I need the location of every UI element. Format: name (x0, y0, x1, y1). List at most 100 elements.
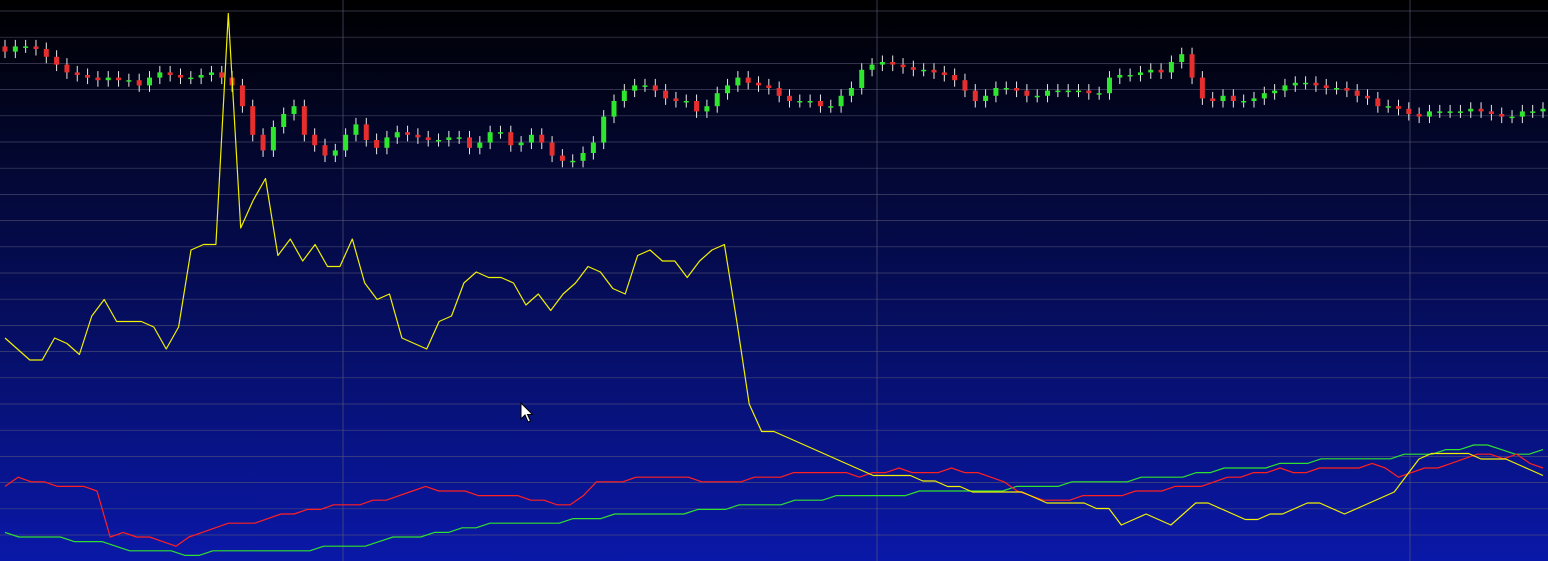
candle-body (725, 85, 731, 94)
candle-body (952, 75, 958, 81)
candle-body (1323, 85, 1329, 88)
candle-body (1251, 98, 1257, 101)
candle-body (105, 77, 111, 81)
candle-body (497, 132, 503, 134)
candle-body (694, 101, 700, 112)
candle-body (1014, 88, 1020, 91)
candle-body (219, 72, 225, 78)
candle-body (147, 77, 153, 86)
candle-body (322, 145, 328, 156)
candle-body (756, 82, 762, 86)
candle-body (642, 85, 648, 87)
candle-body (1478, 108, 1484, 112)
candle-body (167, 72, 173, 75)
candle-body (570, 160, 576, 163)
candle-body (1395, 106, 1401, 109)
candle-body (1416, 114, 1422, 117)
candle-body (487, 132, 493, 143)
candle-body (198, 75, 204, 78)
candle-body (116, 77, 122, 81)
candle-body (776, 88, 782, 96)
candle-body (95, 77, 101, 81)
candle-body (1220, 95, 1226, 101)
candle-body (85, 75, 91, 78)
candle-body (972, 90, 978, 101)
candle-body (250, 106, 256, 135)
candle-body (838, 95, 844, 107)
candle-body (64, 64, 70, 73)
candle-body (291, 106, 297, 114)
candle-body (1354, 90, 1360, 96)
candle-body (1106, 77, 1112, 94)
candle-body (786, 95, 792, 101)
candle-body (921, 69, 927, 72)
candle-body (869, 64, 875, 70)
candle-body (848, 88, 854, 96)
candle-body (745, 77, 751, 83)
candle-body (136, 80, 142, 86)
candle-body (1034, 95, 1040, 98)
candle-body (312, 134, 318, 146)
candle-body (1148, 69, 1154, 73)
candle-body (1313, 82, 1319, 86)
candle-body (1158, 69, 1164, 73)
candle-body (1509, 116, 1515, 119)
candle-body (260, 134, 266, 151)
candle-body (1365, 95, 1371, 99)
candle-body (33, 46, 39, 49)
candle-body (1003, 88, 1009, 90)
candle-body (652, 85, 658, 91)
candle-body (353, 124, 359, 135)
candle-body (1179, 54, 1185, 62)
candle-body (941, 72, 947, 75)
candle-body (1530, 111, 1536, 113)
candle-body (1426, 111, 1432, 117)
candle-body (1086, 90, 1092, 94)
candle-body (683, 101, 689, 103)
candle-body (993, 88, 999, 96)
candle-body (436, 140, 442, 142)
candle-body (1117, 75, 1123, 78)
candle-body (735, 77, 741, 86)
candle-body (910, 67, 916, 70)
candle-body (1210, 98, 1216, 101)
candle-body (384, 137, 390, 148)
candle-body (1065, 90, 1071, 93)
candle-body (518, 142, 524, 146)
candle-body (528, 134, 534, 143)
candle-body (394, 132, 400, 138)
candle-body (188, 77, 194, 80)
candle-body (1272, 90, 1278, 94)
candle-body (466, 137, 472, 148)
candle-body (239, 85, 245, 107)
candle-body (559, 155, 565, 161)
candle-body (477, 142, 483, 148)
candle-body (456, 137, 462, 139)
candle-body (374, 140, 380, 148)
candle-body (817, 101, 823, 107)
candle-body (1385, 106, 1391, 108)
candle-body (1199, 77, 1205, 99)
candle-body (1540, 108, 1546, 112)
candle-body (1457, 111, 1463, 113)
candle-body (1447, 111, 1453, 113)
candle-body (2, 46, 8, 52)
candle-body (508, 132, 514, 146)
candle-body (859, 69, 865, 88)
candle-body (549, 142, 555, 156)
candle-body (1076, 90, 1082, 93)
candle-body (673, 98, 679, 101)
candle-body (1137, 72, 1143, 75)
candle-body (208, 72, 214, 75)
candle-body (12, 46, 18, 52)
candle-body (714, 93, 720, 107)
candle-body (43, 49, 49, 57)
candle-body (1282, 85, 1288, 91)
candle-body (590, 142, 596, 153)
candle-body (1189, 54, 1195, 78)
candle-body (879, 62, 885, 65)
candle-body (1127, 75, 1133, 77)
candle-body (807, 101, 813, 103)
candle-body (704, 106, 710, 112)
candle-body (301, 106, 307, 135)
